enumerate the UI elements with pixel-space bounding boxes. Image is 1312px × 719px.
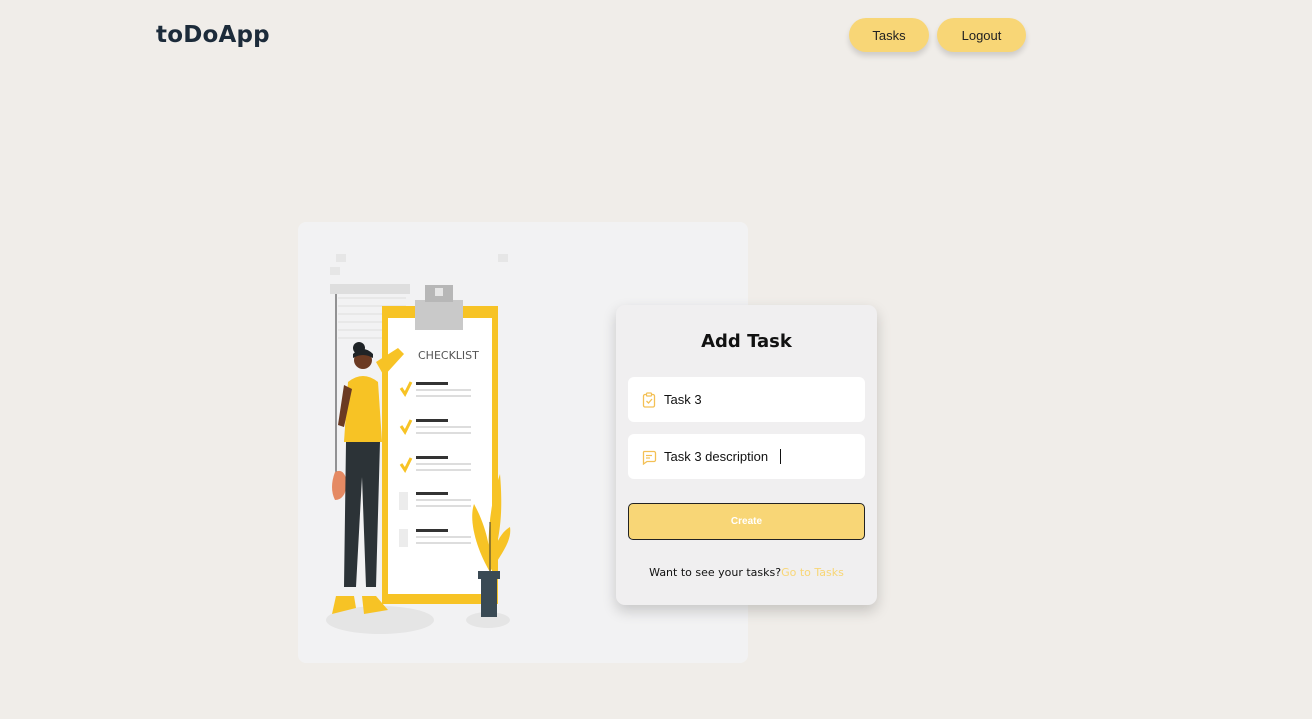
page: toDoApp Tasks Logout CHECKLIST Add Task … [0,0,1312,719]
message-square-icon [641,449,657,465]
task-title-input[interactable] [664,392,854,407]
task-title-field[interactable] [628,377,865,422]
task-description-field[interactable] [628,434,865,479]
go-to-tasks-link[interactable]: Go to Tasks [781,566,844,579]
clipboard-check-icon [641,391,657,408]
form-title: Add Task [701,331,792,352]
checklist-label: CHECKLIST [418,349,479,362]
tasks-nav-button[interactable]: Tasks [849,18,929,52]
go-to-tasks-prompt: Want to see your tasks?Go to Tasks [616,566,877,579]
footer-prompt-text: Want to see your tasks? [649,566,782,579]
task-description-input[interactable] [664,449,854,464]
logout-button[interactable]: Logout [937,18,1026,52]
app-logo[interactable]: toDoApp [156,22,270,48]
add-task-form: Add Task Create [616,305,877,605]
create-button[interactable]: Create [628,503,865,540]
text-cursor [780,449,781,464]
